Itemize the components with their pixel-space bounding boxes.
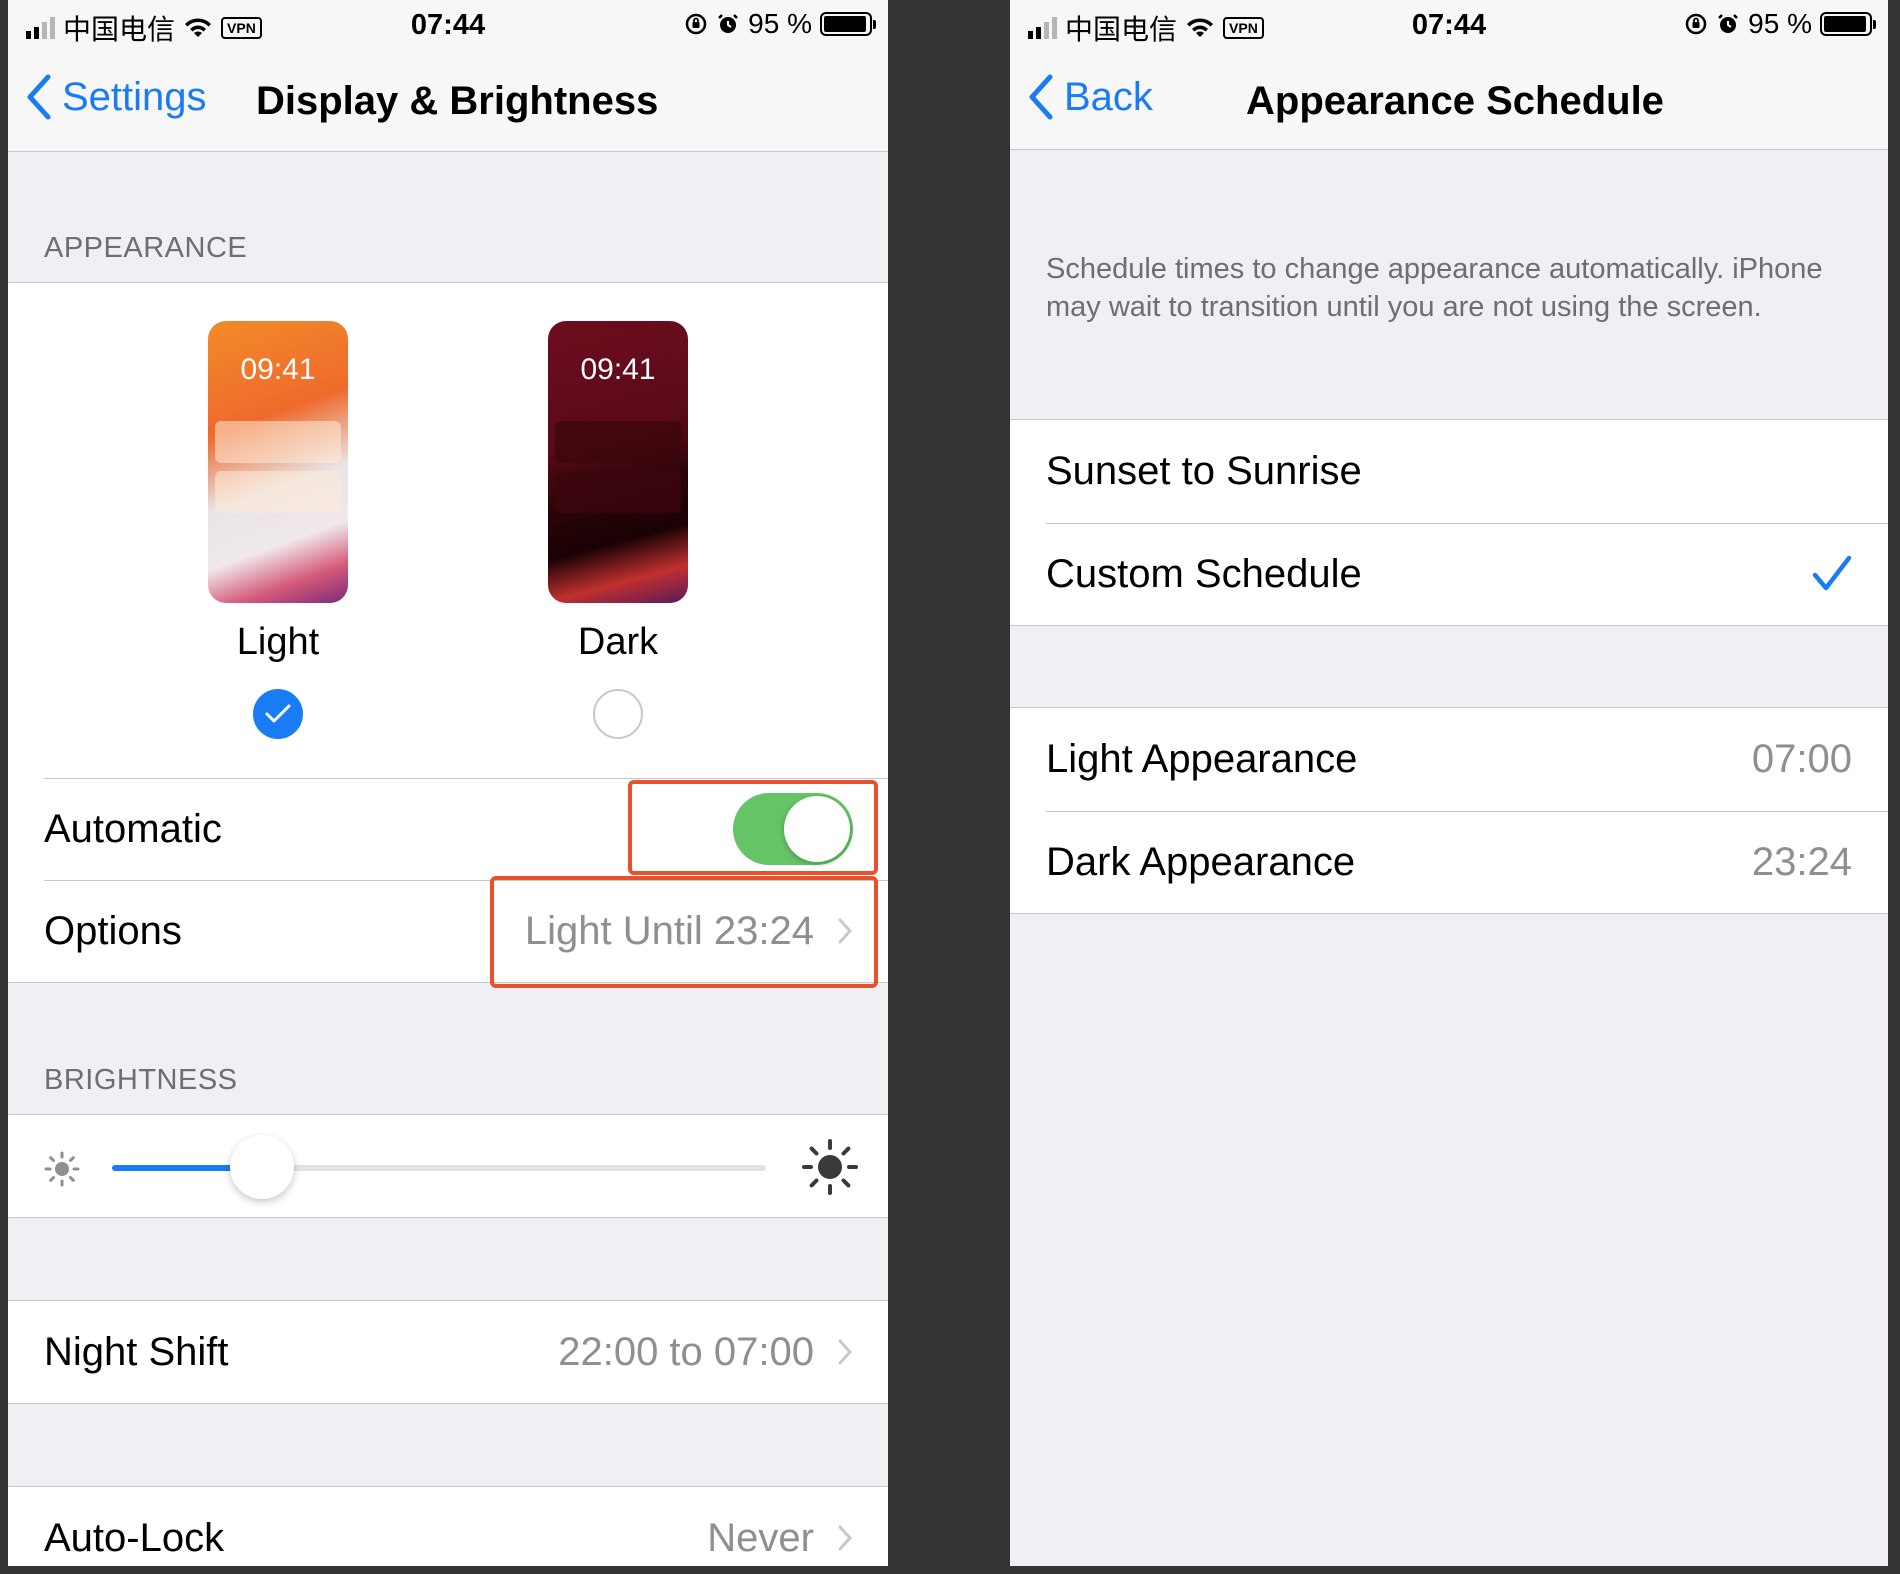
status-bar: 中国电信 VPN 07:44 95 % <box>1010 0 1888 52</box>
light-appearance-row[interactable]: Light Appearance 07:00 <box>1010 708 1888 810</box>
notification-card <box>215 471 341 513</box>
battery-percent: 95 % <box>1748 8 1812 39</box>
chevron-left-icon <box>1029 74 1053 120</box>
checkmark-icon <box>1812 555 1852 591</box>
appearance-schedule-screen: 中国电信 VPN 07:44 95 % Back Appearance Sche… <box>1010 0 1888 1566</box>
alarm-icon <box>718 14 739 33</box>
back-label: Settings <box>62 74 207 119</box>
dark-appearance-time: 23:24 <box>1751 839 1852 884</box>
notification-card <box>555 421 681 463</box>
settings-back-button[interactable]: Settings <box>26 74 207 120</box>
dark-thumbnail-time: 09:41 <box>580 353 656 386</box>
brightness-section-header: BRIGHTNESS <box>44 1064 238 1096</box>
checkmark-icon <box>265 704 291 723</box>
custom-schedule-label: Custom Schedule <box>1046 551 1362 596</box>
schedule-type-group: Sunset to Sunrise Custom Schedule <box>1010 419 1888 626</box>
light-thumbnail-time: 09:41 <box>240 353 316 386</box>
dark-label: Dark <box>577 621 659 663</box>
options-highlight-box <box>490 876 878 988</box>
appearance-times-group: Light Appearance 07:00 Dark Appearance 2… <box>1010 707 1888 914</box>
night-shift-row[interactable]: Night Shift 22:00 to 07:00 <box>8 1301 888 1403</box>
page-title: Appearance Schedule <box>1246 79 1664 123</box>
orientation-lock-icon <box>685 13 707 35</box>
light-appearance-thumbnail[interactable]: 09:41 <box>208 321 348 603</box>
light-appearance-time: 07:00 <box>1751 736 1852 781</box>
sun-small-icon <box>44 1151 80 1187</box>
battery-level <box>824 16 866 32</box>
brightness-slider[interactable] <box>112 1135 766 1199</box>
chevron-left-icon <box>27 74 51 120</box>
dark-appearance-thumbnail[interactable]: 09:41 <box>548 321 688 603</box>
battery-percent: 95 % <box>748 8 812 39</box>
status-bar: 中国电信 VPN 07:44 95 % <box>8 0 888 52</box>
battery-icon <box>1820 12 1876 36</box>
chevron-right-icon <box>838 1339 852 1365</box>
appearance-group: 09:41 Light 09:41 Dark Automatic Options… <box>8 282 888 988</box>
options-label: Options <box>44 908 182 953</box>
automatic-highlight-box <box>628 780 878 875</box>
orientation-lock-icon <box>1685 13 1707 35</box>
battery-icon <box>820 12 876 36</box>
auto-lock-value: Never <box>707 1515 814 1560</box>
chevron-right-icon <box>838 1525 852 1551</box>
night-shift-group: Night Shift 22:00 to 07:00 <box>8 1300 888 1404</box>
auto-lock-group: Auto-Lock Never <box>8 1486 888 1566</box>
dark-appearance-row[interactable]: Dark Appearance 23:24 <box>1010 811 1888 913</box>
appearance-section-header: APPEARANCE <box>44 232 248 264</box>
nav-bar: Settings Display & Brightness <box>8 52 888 152</box>
notification-card <box>555 471 681 513</box>
auto-lock-row[interactable]: Auto-Lock Never <box>8 1487 888 1566</box>
auto-lock-label: Auto-Lock <box>44 1515 225 1560</box>
brightness-slider-knob[interactable] <box>230 1135 295 1199</box>
sunset-to-sunrise-row[interactable]: Sunset to Sunrise <box>1010 420 1888 522</box>
display-brightness-screen: 中国电信 VPN 07:44 95 % Settings Display & B… <box>8 0 888 1566</box>
dark-appearance-label: Dark Appearance <box>1046 839 1356 884</box>
sunset-to-sunrise-label: Sunset to Sunrise <box>1046 448 1362 493</box>
light-radio-selected[interactable] <box>253 689 303 739</box>
schedule-description: Schedule times to change appearance auto… <box>1046 253 1823 323</box>
notification-card <box>215 421 341 463</box>
night-shift-label: Night Shift <box>44 1329 229 1374</box>
custom-schedule-row[interactable]: Custom Schedule <box>1010 523 1888 625</box>
page-title: Display & Brightness <box>256 79 659 123</box>
light-label: Light <box>236 621 320 663</box>
back-button[interactable]: Back <box>1028 74 1153 120</box>
brightness-group <box>8 1114 888 1218</box>
battery-level <box>1824 16 1866 32</box>
back-label: Back <box>1064 74 1153 119</box>
sun-large-icon <box>802 1139 858 1195</box>
dark-radio[interactable] <box>593 689 643 739</box>
night-shift-value: 22:00 to 07:00 <box>558 1329 814 1374</box>
nav-bar: Back Appearance Schedule <box>1010 52 1888 150</box>
alarm-icon <box>1718 14 1739 33</box>
light-appearance-label: Light Appearance <box>1046 736 1358 781</box>
